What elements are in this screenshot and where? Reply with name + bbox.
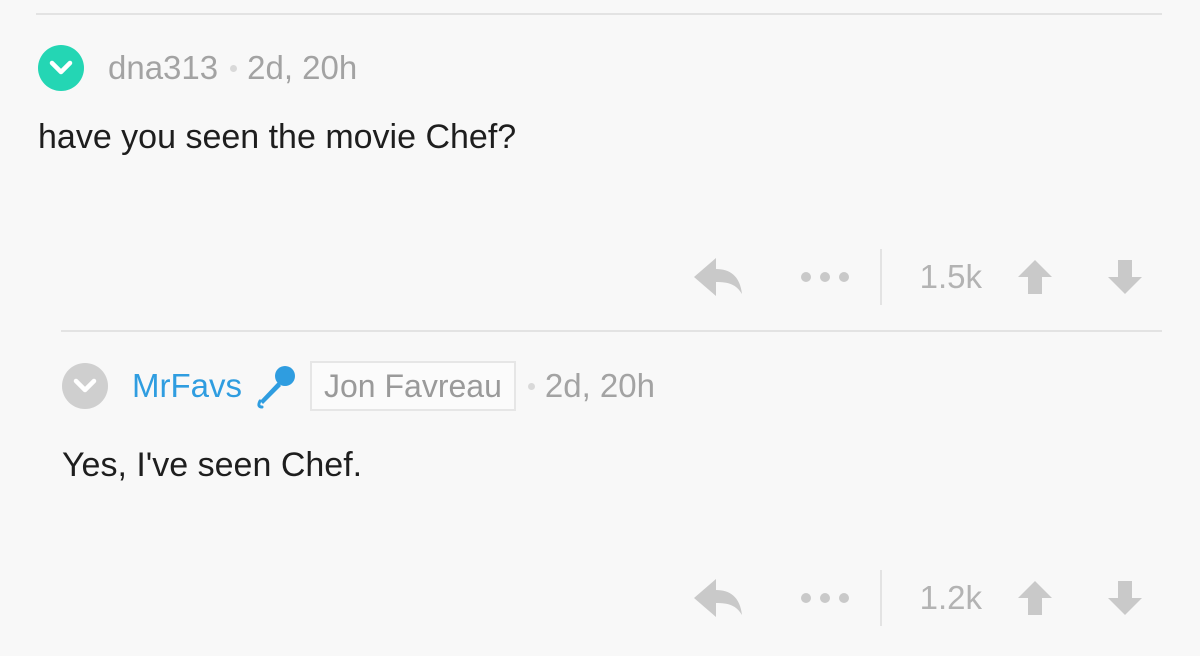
- timestamp: 2d, 20h: [247, 49, 358, 86]
- check-chevron-icon: [49, 60, 73, 75]
- microphone-icon: [254, 363, 298, 409]
- upvote-arrow-icon[interactable]: [1016, 579, 1054, 617]
- comment-reply: MrFavs Jon Favreau 2d, 20h Yes, I've see…: [62, 356, 1162, 646]
- timestamp: 2d, 20h: [544, 367, 655, 404]
- top-divider: [36, 13, 1162, 15]
- score: 1.5k: [919, 258, 982, 295]
- upvote-arrow-icon[interactable]: [1016, 258, 1054, 296]
- more-dots-icon[interactable]: [800, 592, 850, 604]
- comment-actions: 1.2k: [690, 570, 1162, 626]
- comment-meta: dna313 2d, 20h: [38, 38, 357, 98]
- user-flair: Jon Favreau: [310, 361, 516, 411]
- action-separator: [879, 570, 882, 626]
- comment: dna313 2d, 20h have you seen the movie C…: [38, 38, 1162, 318]
- comment-actions: 1.5k: [690, 249, 1162, 305]
- separator-dot: [527, 382, 535, 390]
- downvote-arrow-icon[interactable]: [1106, 258, 1144, 296]
- avatar[interactable]: [38, 45, 84, 91]
- reply-arrow-icon[interactable]: [690, 575, 746, 621]
- avatar[interactable]: [62, 363, 108, 409]
- more-dots-icon[interactable]: [800, 271, 850, 283]
- score: 1.2k: [919, 579, 982, 616]
- reply-arrow-icon[interactable]: [690, 254, 746, 300]
- check-chevron-icon: [73, 378, 97, 393]
- username[interactable]: MrFavs: [132, 367, 242, 405]
- action-separator: [879, 249, 882, 305]
- comment-divider: [61, 330, 1162, 332]
- separator-dot: [230, 64, 238, 72]
- downvote-arrow-icon[interactable]: [1106, 579, 1144, 617]
- username[interactable]: dna313: [108, 49, 218, 87]
- comment-meta: MrFavs Jon Favreau 2d, 20h: [62, 356, 655, 416]
- comment-body: Yes, I've seen Chef.: [62, 446, 363, 484]
- comment-body: have you seen the movie Chef?: [38, 118, 517, 156]
